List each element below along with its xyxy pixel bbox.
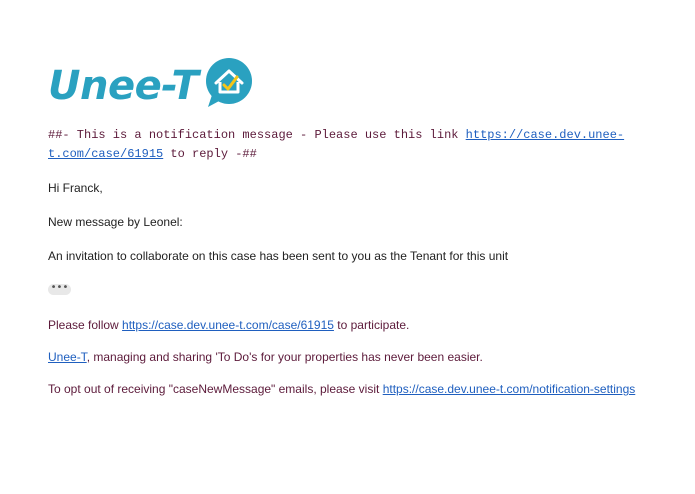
follow-prefix: Please follow bbox=[48, 318, 123, 332]
show-trimmed-content-button[interactable]: ••• bbox=[48, 283, 71, 295]
follow-suffix: to participate. bbox=[333, 318, 410, 332]
notification-settings-link[interactable]: https://case.dev.unee-t.com/notification… bbox=[383, 382, 636, 396]
follow-line: Please follow https://case.dev.unee-t.co… bbox=[48, 318, 693, 333]
optout-prefix: To opt out of receiving "caseNewMessage"… bbox=[48, 382, 383, 396]
notice-prefix: ##- This is a notification message - Ple… bbox=[48, 128, 466, 142]
greeting: Hi Franck, bbox=[48, 181, 103, 195]
notification-notice: ##- This is a notification message - Ple… bbox=[48, 126, 658, 164]
unee-t-logo: Unee-T bbox=[48, 58, 693, 112]
email-body: Unee-T ##- This is a notification messag… bbox=[48, 58, 693, 397]
unee-t-link[interactable]: Unee-T bbox=[48, 350, 87, 364]
notice-suffix: to reply -## bbox=[163, 147, 257, 161]
opt-out-line: To opt out of receiving "caseNewMessage"… bbox=[48, 382, 693, 397]
logo-wordmark: Unee-T bbox=[48, 63, 199, 109]
tagline-text: , managing and sharing 'To Do's for your… bbox=[86, 350, 483, 364]
house-check-chat-icon bbox=[206, 58, 253, 107]
message-content: An invitation to collaborate on this cas… bbox=[48, 249, 509, 263]
case-link[interactable]: https://case.dev.unee-t.com/case/61915 bbox=[122, 318, 334, 332]
message-author-line: New message by Leonel: bbox=[48, 215, 183, 229]
tagline: Unee-T, managing and sharing 'To Do's fo… bbox=[48, 350, 693, 365]
